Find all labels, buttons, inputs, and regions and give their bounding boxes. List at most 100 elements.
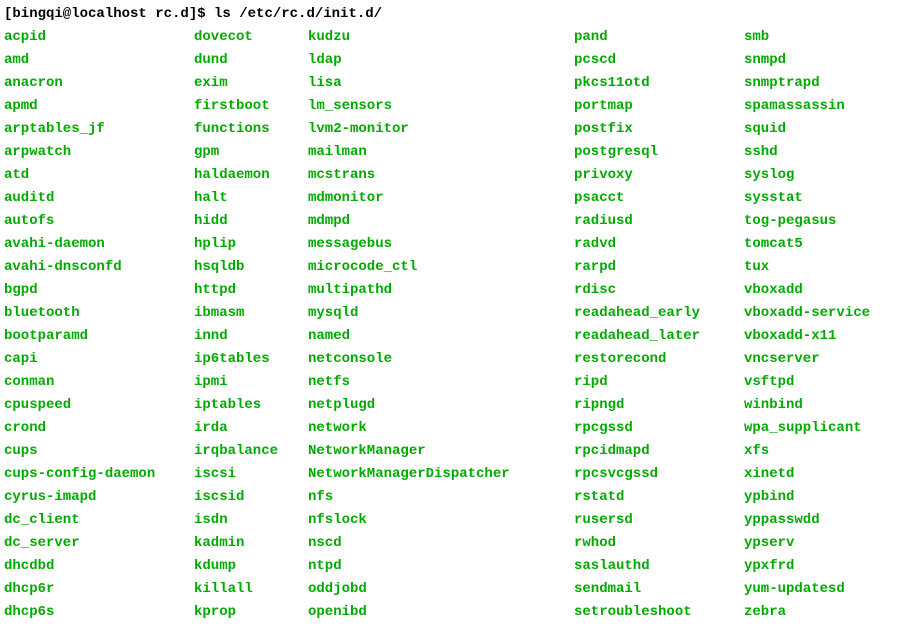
file-entry: readahead_later bbox=[574, 325, 744, 348]
file-entry: snmpd bbox=[744, 49, 870, 72]
file-entry: ibmasm bbox=[194, 302, 308, 325]
file-entry: firstboot bbox=[194, 95, 308, 118]
file-entry: saslauthd bbox=[574, 555, 744, 578]
file-entry: ripngd bbox=[574, 394, 744, 417]
file-entry: dhcp6s bbox=[4, 601, 194, 624]
file-entry: ypserv bbox=[744, 532, 870, 555]
shell-prompt: [bingqi@localhost rc.d]$ ls /etc/rc.d/in… bbox=[4, 6, 910, 22]
file-entry: vboxadd-service bbox=[744, 302, 870, 325]
file-entry: snmptrapd bbox=[744, 72, 870, 95]
file-entry: restorecond bbox=[574, 348, 744, 371]
file-entry: rpcgssd bbox=[574, 417, 744, 440]
file-entry: winbind bbox=[744, 394, 870, 417]
file-entry: ntpd bbox=[308, 555, 574, 578]
file-entry: zebra bbox=[744, 601, 870, 624]
file-entry: irda bbox=[194, 417, 308, 440]
column-2: kudzu ldap lisa lm_sensors lvm2-monitor … bbox=[308, 26, 574, 624]
file-entry: hsqldb bbox=[194, 256, 308, 279]
file-entry: mdmpd bbox=[308, 210, 574, 233]
column-4: smb snmpd snmptrapd spamassassin squid s… bbox=[744, 26, 870, 624]
file-entry: hplip bbox=[194, 233, 308, 256]
file-entry: auditd bbox=[4, 187, 194, 210]
file-entry: lisa bbox=[308, 72, 574, 95]
file-entry: ip6tables bbox=[194, 348, 308, 371]
file-entry: arpwatch bbox=[4, 141, 194, 164]
file-entry: radiusd bbox=[574, 210, 744, 233]
file-entry: innd bbox=[194, 325, 308, 348]
file-entry: netfs bbox=[308, 371, 574, 394]
file-entry: wpa_supplicant bbox=[744, 417, 870, 440]
file-entry: rpcidmapd bbox=[574, 440, 744, 463]
file-entry: haldaemon bbox=[194, 164, 308, 187]
file-entry: lvm2-monitor bbox=[308, 118, 574, 141]
file-entry: nscd bbox=[308, 532, 574, 555]
file-entry: syslog bbox=[744, 164, 870, 187]
ls-output: acpid amd anacron apmd arptables_jf arpw… bbox=[4, 26, 910, 624]
file-entry: oddjobd bbox=[308, 578, 574, 601]
file-entry: xinetd bbox=[744, 463, 870, 486]
file-entry: smb bbox=[744, 26, 870, 49]
file-entry: network bbox=[308, 417, 574, 440]
file-entry: cyrus-imapd bbox=[4, 486, 194, 509]
file-entry: irqbalance bbox=[194, 440, 308, 463]
file-entry: crond bbox=[4, 417, 194, 440]
file-entry: pcscd bbox=[574, 49, 744, 72]
file-entry: functions bbox=[194, 118, 308, 141]
file-entry: isdn bbox=[194, 509, 308, 532]
file-entry: dhcp6r bbox=[4, 578, 194, 601]
file-entry: exim bbox=[194, 72, 308, 95]
file-entry: anacron bbox=[4, 72, 194, 95]
column-1: dovecot dund exim firstboot functions gp… bbox=[194, 26, 308, 624]
file-entry: privoxy bbox=[574, 164, 744, 187]
file-entry: dc_server bbox=[4, 532, 194, 555]
file-entry: lm_sensors bbox=[308, 95, 574, 118]
file-entry: portmap bbox=[574, 95, 744, 118]
file-entry: vboxadd bbox=[744, 279, 870, 302]
file-entry: NetworkManager bbox=[308, 440, 574, 463]
file-entry: cups-config-daemon bbox=[4, 463, 194, 486]
column-0: acpid amd anacron apmd arptables_jf arpw… bbox=[4, 26, 194, 624]
file-entry: mysqld bbox=[308, 302, 574, 325]
file-entry: apmd bbox=[4, 95, 194, 118]
file-entry: capi bbox=[4, 348, 194, 371]
file-entry: hidd bbox=[194, 210, 308, 233]
file-entry: ipmi bbox=[194, 371, 308, 394]
file-entry: kdump bbox=[194, 555, 308, 578]
file-entry: rdisc bbox=[574, 279, 744, 302]
file-entry: bgpd bbox=[4, 279, 194, 302]
file-entry: bluetooth bbox=[4, 302, 194, 325]
file-entry: acpid bbox=[4, 26, 194, 49]
file-entry: dovecot bbox=[194, 26, 308, 49]
file-entry: avahi-daemon bbox=[4, 233, 194, 256]
file-entry: rpcsvcgssd bbox=[574, 463, 744, 486]
file-entry: messagebus bbox=[308, 233, 574, 256]
file-entry: mcstrans bbox=[308, 164, 574, 187]
file-entry: vboxadd-x11 bbox=[744, 325, 870, 348]
file-entry: radvd bbox=[574, 233, 744, 256]
file-entry: rstatd bbox=[574, 486, 744, 509]
file-entry: mailman bbox=[308, 141, 574, 164]
file-entry: setroubleshoot bbox=[574, 601, 744, 624]
file-entry: halt bbox=[194, 187, 308, 210]
file-entry: vsftpd bbox=[744, 371, 870, 394]
file-entry: postgresql bbox=[574, 141, 744, 164]
file-entry: dund bbox=[194, 49, 308, 72]
file-entry: rwhod bbox=[574, 532, 744, 555]
file-entry: amd bbox=[4, 49, 194, 72]
file-entry: rarpd bbox=[574, 256, 744, 279]
file-entry: httpd bbox=[194, 279, 308, 302]
file-entry: cpuspeed bbox=[4, 394, 194, 417]
file-entry: squid bbox=[744, 118, 870, 141]
file-entry: netplugd bbox=[308, 394, 574, 417]
file-entry: dhcdbd bbox=[4, 555, 194, 578]
file-entry: conman bbox=[4, 371, 194, 394]
file-entry: sshd bbox=[744, 141, 870, 164]
file-entry: xfs bbox=[744, 440, 870, 463]
file-entry: gpm bbox=[194, 141, 308, 164]
file-entry: named bbox=[308, 325, 574, 348]
file-entry: dc_client bbox=[4, 509, 194, 532]
file-entry: iscsi bbox=[194, 463, 308, 486]
file-entry: postfix bbox=[574, 118, 744, 141]
file-entry: cups bbox=[4, 440, 194, 463]
file-entry: atd bbox=[4, 164, 194, 187]
